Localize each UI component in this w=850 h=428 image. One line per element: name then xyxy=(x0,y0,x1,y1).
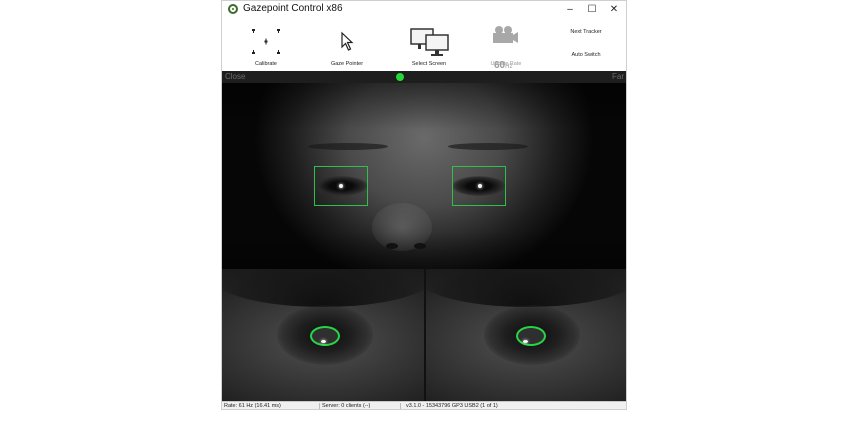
update-rate-number: 60 xyxy=(494,60,506,71)
calibrate-label: Calibrate xyxy=(254,61,277,67)
window-title: Gazepoint Control x86 xyxy=(243,3,343,14)
left-eyelashes xyxy=(222,269,424,307)
maximize-button[interactable]: ☐ xyxy=(580,2,604,17)
update-rate-unit: Hz xyxy=(505,64,513,70)
right-eye-tracking-box xyxy=(452,166,506,206)
camera-icon xyxy=(493,26,518,43)
cursor-icon xyxy=(341,31,354,51)
status-rate: Rate: 61 Hz (16.41 ms) xyxy=(224,403,281,409)
left-eye-tracking-box xyxy=(314,166,368,206)
distance-far-label: Far xyxy=(612,72,624,81)
gaze-pointer-button[interactable]: Gaze Pointer xyxy=(322,19,372,71)
left-pupil-glint xyxy=(321,340,326,343)
monitors-icon xyxy=(410,28,449,56)
gazepoint-control-window: Gazepoint Control x86 – ☐ ✕ Calibrate Ga… xyxy=(221,0,627,410)
select-screen-button[interactable]: Select Screen xyxy=(402,19,456,71)
right-pupil-outline xyxy=(516,326,546,346)
right-nostril xyxy=(414,243,426,249)
status-separator xyxy=(400,403,401,409)
title-bar[interactable]: Gazepoint Control x86 – ☐ ✕ xyxy=(222,1,626,19)
update-rate-value: 60Hz xyxy=(494,60,512,71)
face-camera-view xyxy=(222,83,626,269)
status-server: Server: 0 clients (--) xyxy=(322,403,371,409)
toolbar: Calibrate Gaze Pointer Select Screen Upd… xyxy=(222,19,626,71)
eye-closeup-views xyxy=(222,269,626,401)
status-bar: Rate: 61 Hz (16.41 ms) Server: 0 clients… xyxy=(222,401,626,409)
app-logo-icon xyxy=(228,4,238,14)
auto-switch-button[interactable]: Auto Switch xyxy=(552,52,620,58)
distance-indicator-bar: Close Far xyxy=(222,71,626,83)
right-eyelashes xyxy=(426,269,626,307)
close-button[interactable]: ✕ xyxy=(602,2,626,17)
distance-indicator-dot xyxy=(396,73,404,81)
minimize-button[interactable]: – xyxy=(558,2,582,17)
left-pupil-outline xyxy=(310,326,340,346)
status-version: v3.1.0 - 15343796 GP3 USB2 (1 of 1) xyxy=(406,403,498,409)
left-eye-closeup xyxy=(222,269,424,401)
left-nostril xyxy=(386,243,398,249)
status-separator xyxy=(319,403,320,409)
calibrate-button[interactable]: Calibrate xyxy=(244,19,288,71)
distance-close-label: Close xyxy=(225,72,246,81)
right-eye-closeup xyxy=(426,269,626,401)
select-screen-label: Select Screen xyxy=(411,61,447,67)
right-eyebrow xyxy=(448,143,528,150)
calibrate-points-icon xyxy=(252,29,280,54)
next-tracker-button[interactable]: Next Tracker xyxy=(552,29,620,35)
right-pupil-glint xyxy=(523,340,528,343)
gaze-pointer-label: Gaze Pointer xyxy=(330,61,364,67)
left-eyebrow xyxy=(308,143,388,150)
